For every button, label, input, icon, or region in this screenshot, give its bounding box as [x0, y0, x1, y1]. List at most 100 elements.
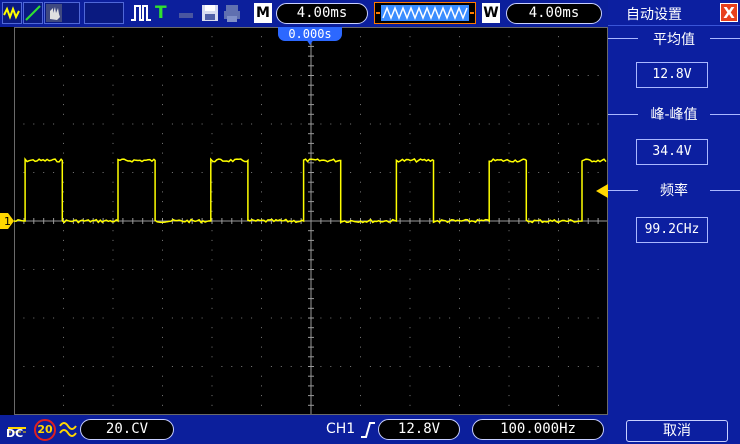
grid-dot	[53, 317, 55, 319]
grid-dot	[419, 317, 421, 319]
grid-dot	[558, 181, 559, 183]
mode-m-button[interactable]: M	[254, 3, 272, 23]
bandwidth-limit-icon[interactable]: 20	[34, 419, 56, 441]
grid-dot	[360, 65, 361, 67]
grid-dot	[459, 104, 460, 106]
yellow-zigzag-icon[interactable]	[2, 2, 22, 24]
grid-dot	[429, 172, 431, 173]
grid-dot	[162, 55, 163, 57]
cancel-button[interactable]: 取消	[626, 420, 728, 442]
grid-dot	[587, 172, 589, 173]
grid-dot	[558, 133, 559, 135]
channel-1-marker[interactable]: 1	[0, 213, 14, 229]
trigger-position-marker[interactable]: 0.000s	[278, 27, 342, 45]
grid-dot	[478, 172, 480, 173]
grid-dot	[53, 269, 55, 270]
grid-dot	[122, 366, 124, 367]
grid-dot	[63, 288, 64, 290]
grid-dot	[360, 210, 361, 212]
grid-dot	[567, 269, 569, 270]
grid-dot	[191, 75, 193, 76]
grid-dot	[261, 45, 262, 47]
grid-dot	[122, 75, 124, 76]
grid-dot	[261, 307, 262, 309]
grid-dot	[261, 181, 262, 183]
grid-dot	[142, 123, 144, 125]
grid-dot	[508, 278, 510, 280]
grid-dot	[439, 123, 441, 125]
grid-dot	[409, 298, 411, 300]
grid-dot	[409, 65, 411, 67]
grid-dot	[132, 317, 134, 319]
trigger-source-label[interactable]: CH1	[326, 421, 355, 437]
grid-dot	[112, 327, 114, 329]
grid-dot	[558, 356, 559, 358]
grid-dot	[162, 404, 163, 406]
grid-dot	[102, 317, 104, 319]
grid-dot	[211, 181, 213, 183]
trigger-t-icon[interactable]: T	[155, 2, 171, 24]
grid-dot	[92, 269, 94, 270]
grid-dot	[162, 104, 163, 106]
trigger-level-marker[interactable]	[594, 183, 608, 198]
grid-dot	[330, 123, 332, 125]
grid-dot	[261, 239, 262, 241]
print-icon[interactable]	[222, 2, 242, 24]
grid-dot	[112, 191, 114, 193]
grid-dot	[538, 172, 540, 173]
grid-dot	[53, 75, 55, 76]
grid-dot	[360, 298, 361, 300]
grid-dot	[340, 317, 342, 319]
grid-dot	[33, 366, 35, 367]
grid-dot	[399, 269, 401, 270]
grid-dot	[211, 113, 213, 115]
grid-dot	[211, 45, 213, 47]
grid-dot	[508, 104, 510, 106]
grid-dot	[350, 123, 352, 125]
mode-w-button[interactable]: W	[482, 3, 500, 23]
grid-dot	[122, 317, 124, 319]
save-icon[interactable]	[200, 2, 220, 24]
grid-dot	[112, 84, 114, 86]
grid-dot	[290, 172, 292, 173]
grid-dot	[162, 298, 163, 300]
waveform-window-indicator[interactable]	[374, 2, 476, 24]
volts-per-div-readout[interactable]: 20.CV	[80, 419, 174, 440]
pulse-icon[interactable]	[130, 2, 152, 24]
close-button[interactable]: X	[720, 3, 738, 22]
grid-dot	[171, 317, 173, 319]
trigger-level-readout[interactable]: 12.8V	[378, 419, 460, 440]
grid-dot	[498, 123, 500, 125]
green-ramp-icon[interactable]	[23, 2, 43, 24]
grid-dot	[261, 249, 262, 251]
grid-dot	[280, 317, 282, 319]
invert-wave-icon[interactable]	[58, 420, 78, 440]
grid-dot	[468, 269, 470, 270]
hand-icon[interactable]	[44, 2, 80, 24]
grid-dot	[261, 298, 262, 300]
grid-dot	[162, 239, 163, 241]
grid-dot	[360, 239, 361, 241]
grid-dot	[340, 269, 342, 270]
grid-dot	[340, 123, 342, 125]
grid-dot	[389, 75, 391, 76]
grid-dot	[369, 269, 371, 270]
grid-dot	[577, 366, 579, 367]
grid-dot	[112, 288, 114, 290]
grid-dot	[63, 191, 64, 193]
grid-dot	[558, 162, 559, 164]
grid-dot	[419, 172, 421, 173]
grid-dot	[409, 201, 411, 203]
window-timebase-readout[interactable]: 4.00ms	[506, 3, 602, 24]
grid-dot	[508, 385, 510, 387]
grid-dot	[399, 172, 401, 173]
timebase-readout[interactable]: 4.00ms	[276, 3, 368, 24]
rising-edge-icon[interactable]	[360, 421, 376, 439]
grid-dot	[162, 133, 163, 135]
grid-dot	[360, 230, 361, 232]
grid-dot	[92, 172, 94, 173]
grid-dot	[350, 172, 352, 173]
grid-dot	[63, 84, 64, 86]
dc-coupling-icon[interactable]: DC	[2, 419, 30, 441]
grid-dot	[449, 75, 451, 76]
